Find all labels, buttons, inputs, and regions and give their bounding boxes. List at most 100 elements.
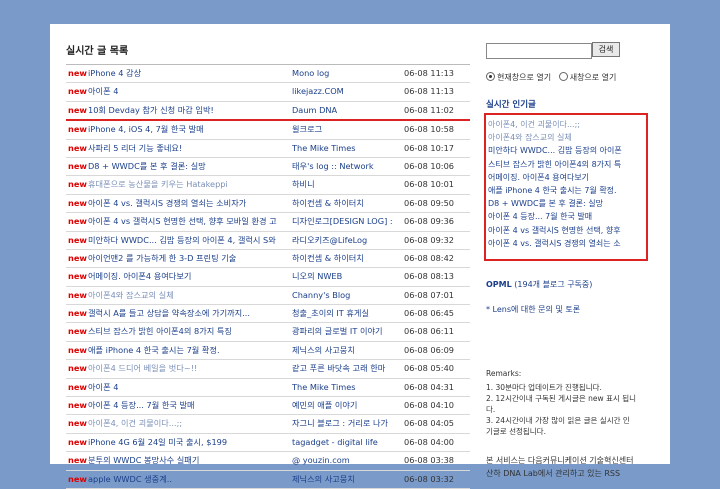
- post-title-link[interactable]: 어메이징. 아이폰4 용여다보기: [88, 268, 288, 285]
- popular-item-link[interactable]: 미안하다 WWDC... 김밥 등장의 아이폰: [488, 144, 646, 157]
- radio-new-window[interactable]: 새창으로 열기: [558, 72, 617, 82]
- post-title-link[interactable]: iPhone 4, iOS 4, 7월 한국 발매: [88, 121, 288, 138]
- table-row[interactable]: new 아이폰4, 이건 괴물이다...;; 자그니 블로그 : 거리로 나가 06-…: [66, 415, 470, 434]
- post-date: 06-08 11:13: [404, 68, 454, 78]
- post-source-link[interactable]: Mono log: [292, 65, 404, 82]
- post-title-link[interactable]: 휴대폰으로 농산물을 키우는 Hatakeppi: [88, 176, 288, 193]
- post-title-link[interactable]: 아이폰 4: [88, 379, 288, 396]
- radio-unselected-icon: [558, 72, 568, 81]
- post-source-link[interactable]: 제닉스의 사고뭉치: [292, 342, 404, 359]
- post-source-link[interactable]: 예민의 애플 이야기: [292, 397, 404, 414]
- post-date: 06-08 07:01: [404, 289, 454, 300]
- lens-discussion-link[interactable]: * Lens에 대한 문의 및 토론: [486, 304, 580, 315]
- popular-item-link[interactable]: 스티브 잡스가 밝힌 아이폰4의 8가지 특: [488, 158, 646, 171]
- new-badge: new: [68, 418, 87, 429]
- table-row[interactable]: new 갤럭시 A를 들고 상담을 약속장소에 가기까지... 청출_초이의 IT …: [66, 305, 470, 324]
- table-row[interactable]: new 아이폰 4 vs. 갤럭시S 경쟁의 열쇠는 소비자가 하이컨셉 & 하이터…: [66, 195, 470, 214]
- opml-link[interactable]: OPML: [486, 280, 512, 289]
- post-source-link[interactable]: 같고 푸른 바닷속 고래 한마: [292, 360, 404, 377]
- table-row[interactable]: new 어메이징. 아이폰4 용여다보기 니오의 NWEB 06-08 08:13: [66, 268, 470, 287]
- popular-list: 아이폰4, 이건 괴물이다...;; 아이폰4와 잡스교의 실체 미안하다 WWDC…: [484, 113, 648, 261]
- post-title-link[interactable]: 아이폰 4: [88, 83, 288, 100]
- post-source-link[interactable]: Channy's Blog: [292, 287, 404, 304]
- post-title-link[interactable]: 아이폰 4 등장... 7월 한국 발매: [88, 397, 288, 414]
- radio-new-label: 새창으로 열기: [569, 73, 617, 82]
- post-title-link[interactable]: 아이폰4 드디어 베일을 벗다~!!: [88, 360, 288, 377]
- table-row[interactable]: new 미안하다 WWDC... 김밥 등장의 아이폰 4, 갤럭시 S와 라디오키…: [66, 232, 470, 250]
- post-source-link[interactable]: The Mike Times: [292, 140, 404, 157]
- post-source-link[interactable]: 라디오키즈@LifeLog: [292, 232, 404, 249]
- post-source-link[interactable]: likejazz.COM: [292, 83, 404, 100]
- post-title-link[interactable]: 분투의 WWDC 봉망사수 실패기: [88, 452, 288, 469]
- new-badge: new: [68, 436, 87, 447]
- post-title-link[interactable]: 미안하다 WWDC... 김밥 등장의 아이폰 4, 갤럭시 S와: [88, 232, 288, 249]
- popular-item-link[interactable]: 아이폰4, 이건 괴물이다...;;: [488, 118, 646, 131]
- search-button[interactable]: 검색: [592, 42, 620, 57]
- post-title-link[interactable]: iPhone 4G 6월 24일 미국 출시, $199: [88, 434, 288, 451]
- post-title-link[interactable]: iPhone 4 감상: [88, 65, 288, 82]
- remarks: Remarks: 1. 30분마다 업데이트가 진행됩니다. 2. 12시간이내…: [486, 368, 636, 437]
- post-title-link[interactable]: 아이언맨2 를 가능하게 한 3-D 프린팅 기술: [88, 250, 288, 267]
- table-row[interactable]: new 10회 Devday 참가 신청 마감 임박! Daum DNA 06-08 …: [66, 102, 470, 122]
- post-source-link[interactable]: @ youzin.com: [292, 452, 404, 469]
- table-row[interactable]: new 아이폰4와 잡스교의 실체 Channy's Blog 06-08 07:01: [66, 287, 470, 306]
- table-row[interactable]: new 분투의 WWDC 봉망사수 실패기 @ youzin.com 06-08 03…: [66, 452, 470, 471]
- post-source-link[interactable]: 제닉스의 사고뭉치: [292, 471, 404, 488]
- search-input[interactable]: [486, 43, 592, 59]
- table-row[interactable]: new 아이폰 4 등장... 7월 한국 발매 예민의 애플 이야기 06-08 0…: [66, 397, 470, 416]
- table-row[interactable]: new 휴대폰으로 농산물을 키우는 Hatakeppi 하비니 06-08 10:0…: [66, 176, 470, 195]
- table-row[interactable]: new 아이폰 4 vs 갤럭시S 현명한 선택, 향후 모바일 환경 고 디자인로…: [66, 213, 470, 232]
- table-row[interactable]: new 사파리 5 리더 기능 좋네요! The Mike Times 06-08 1…: [66, 140, 470, 158]
- post-title-link[interactable]: 사파리 5 리더 기능 좋네요!: [88, 140, 288, 157]
- popular-item-link[interactable]: 애플 iPhone 4 한국 출시는 7월 확정.: [488, 184, 646, 197]
- post-date: 06-08 09:32: [404, 234, 454, 245]
- post-source-link[interactable]: 디자인로그[DESIGN LOG] :: [292, 213, 404, 230]
- post-source-link[interactable]: 광파리의 글로벌 IT 이야기: [292, 323, 404, 340]
- popular-item-link[interactable]: 아이폰4와 잡스교의 실체: [488, 131, 646, 144]
- post-title-link[interactable]: 애플 iPhone 4 한국 출시는 7월 확정.: [88, 342, 288, 359]
- table-row[interactable]: new D8 + WWDC를 본 후 결론: 실망 태우's log :: Netw…: [66, 158, 470, 177]
- new-badge: new: [68, 381, 87, 392]
- table-row[interactable]: new 아이폰 4 The Mike Times 06-08 04:31: [66, 379, 470, 398]
- post-source-link[interactable]: 하비니: [292, 176, 404, 193]
- popular-title: 실시간 인기글: [486, 100, 536, 110]
- post-date: 06-08 09:50: [404, 197, 454, 208]
- popular-item-link[interactable]: 아이폰 4 vs 갤럭시S 현명한 선택, 향후: [488, 224, 646, 237]
- post-title-link[interactable]: 갤럭시 A를 들고 상담을 약속장소에 가기까지...: [88, 305, 288, 322]
- post-source-link[interactable]: Daum DNA: [292, 102, 404, 119]
- post-title-link[interactable]: 아이폰4와 잡스교의 실체: [88, 287, 288, 304]
- radio-current-window[interactable]: 현재창으로 열기: [486, 72, 551, 82]
- table-row[interactable]: new iPhone 4, iOS 4, 7월 한국 발매 윌크로그 06-08 10…: [66, 121, 470, 140]
- post-source-link[interactable]: tagadget - digital life: [292, 434, 404, 451]
- post-title-link[interactable]: 아이폰4, 이건 괴물이다...;;: [88, 415, 288, 432]
- table-row[interactable]: new 아이폰4 드디어 베일을 벗다~!! 같고 푸른 바닷속 고래 한마 06-0…: [66, 360, 470, 379]
- popular-item-link[interactable]: 어메이징. 아이폰4 용여다보기: [488, 171, 646, 184]
- table-row[interactable]: new 아이언맨2 를 가능하게 한 3-D 프린팅 기술 하이컨셉 & 하이터치 0…: [66, 250, 470, 269]
- popular-item-link[interactable]: D8 + WWDC를 본 후 결론: 실망: [488, 197, 646, 210]
- post-source-link[interactable]: 니오의 NWEB: [292, 268, 404, 285]
- popular-item-link[interactable]: 아이폰 4 vs. 갤럭시S 경쟁의 열쇠는 소: [488, 237, 646, 250]
- table-row[interactable]: new iPhone 4G 6월 24일 미국 출시, $199 tagadget …: [66, 434, 470, 453]
- table-row[interactable]: new iPhone 4 감상 Mono log 06-08 11:13: [66, 64, 470, 84]
- table-row[interactable]: new 애플 iPhone 4 한국 출시는 7월 확정. 제닉스의 사고뭉치 06-…: [66, 342, 470, 361]
- post-title-link[interactable]: 스티브 잡스가 밝힌 아이폰4의 8가지 특징: [88, 323, 288, 340]
- post-title-link[interactable]: 아이폰 4 vs. 갤럭시S 경쟁의 열쇠는 소비자가: [88, 195, 288, 212]
- post-source-link[interactable]: 청출_초이의 IT 휴게실: [292, 305, 404, 322]
- post-date: 06-08 04:00: [404, 436, 454, 447]
- post-source-link[interactable]: 윌크로그: [292, 121, 404, 138]
- popular-item-link[interactable]: 아이폰 4 등장... 7월 한국 발매: [488, 210, 646, 223]
- table-row[interactable]: new 아이폰 4 likejazz.COM 06-08 11:13: [66, 83, 470, 102]
- post-title-link[interactable]: apple WWDC 생중계..: [88, 471, 288, 488]
- post-title-link[interactable]: 10회 Devday 참가 신청 마감 임박!: [88, 102, 288, 119]
- table-row[interactable]: new 스티브 잡스가 밝힌 아이폰4의 8가지 특징 광파리의 글로벌 IT 이야…: [66, 323, 470, 342]
- post-source-link[interactable]: 하이컨셉 & 하이터치: [292, 195, 404, 212]
- post-source-link[interactable]: 태우's log :: Network: [292, 158, 404, 175]
- post-title-link[interactable]: 아이폰 4 vs 갤럭시S 현명한 선택, 향후 모바일 환경 고: [88, 213, 288, 230]
- post-title-link[interactable]: D8 + WWDC를 본 후 결론: 실망: [88, 158, 288, 175]
- table-row[interactable]: new apple WWDC 생중계.. 제닉스의 사고뭉치 06-08 03:32: [66, 471, 470, 489]
- new-badge: new: [68, 400, 87, 411]
- post-source-link[interactable]: 자그니 블로그 : 거리로 나가: [292, 415, 404, 432]
- new-badge: new: [68, 289, 87, 300]
- post-source-link[interactable]: The Mike Times: [292, 379, 404, 396]
- post-source-link[interactable]: 하이컨셉 & 하이터치: [292, 250, 404, 267]
